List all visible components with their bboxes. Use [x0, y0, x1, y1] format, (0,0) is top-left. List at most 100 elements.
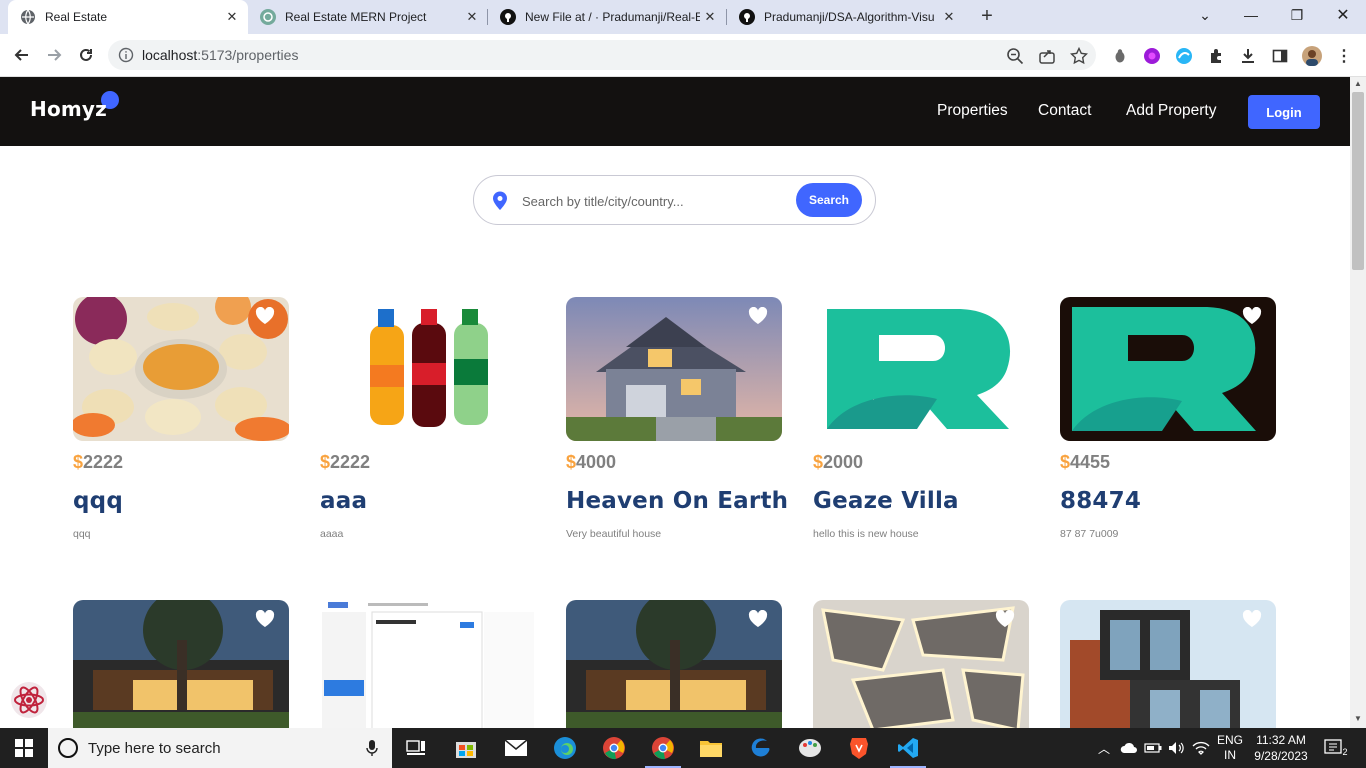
property-price: $2000: [813, 452, 864, 472]
chatgpt-icon: [260, 9, 276, 25]
nav-contact[interactable]: Contact: [1038, 102, 1091, 120]
property-description: 87 87 7u009: [1060, 528, 1119, 540]
site-info-icon[interactable]: [118, 47, 134, 63]
search-button[interactable]: Search: [796, 183, 862, 217]
wifi-icon[interactable]: [1190, 728, 1212, 768]
back-arrow-icon[interactable]: [8, 41, 36, 69]
zoom-icon[interactable]: [1006, 47, 1024, 65]
property-image-r-logo[interactable]: [813, 297, 1029, 441]
heart-icon[interactable]: [748, 610, 768, 628]
scroll-up-arrow-icon[interactable]: ▲: [1350, 77, 1366, 91]
paint-icon[interactable]: [796, 734, 824, 762]
scroll-down-arrow-icon[interactable]: ▼: [1350, 712, 1366, 726]
task-view-icon[interactable]: [402, 734, 430, 762]
globe-icon: [20, 9, 36, 25]
close-tab-icon[interactable]: ✕: [700, 9, 720, 25]
search-input[interactable]: [522, 190, 782, 212]
new-tab-icon[interactable]: +: [976, 5, 998, 27]
react-devtools-icon[interactable]: [10, 681, 48, 719]
property-title: Heaven On Earth: [566, 488, 789, 514]
heart-icon[interactable]: [255, 610, 275, 628]
extensions-puzzle-icon[interactable]: [1206, 46, 1226, 66]
property-description: qqq: [73, 528, 91, 540]
heart-icon[interactable]: [995, 610, 1015, 628]
bookmark-star-icon[interactable]: [1070, 47, 1088, 65]
bug-extension-icon[interactable]: [1110, 46, 1130, 66]
nav-add-property[interactable]: Add Property: [1126, 102, 1216, 120]
property-image-screenshot[interactable]: [320, 600, 536, 728]
nav-properties[interactable]: Properties: [937, 102, 1008, 120]
web-page: Homyz Properties Contact Add Property Lo…: [0, 77, 1350, 728]
edge-legacy-icon[interactable]: [746, 734, 774, 762]
tab-title: New File at / · Pradumanji/Real-E: [525, 10, 700, 24]
battery-icon[interactable]: [1142, 728, 1164, 768]
chrome-icon[interactable]: [600, 734, 628, 762]
scrollbar-thumb[interactable]: [1352, 92, 1364, 270]
windows-taskbar: Type here to search ︿ ENG IN 11:32 AM 9/…: [0, 728, 1366, 768]
tab-github-new-file[interactable]: New File at / · Pradumanji/Real-E ✕: [488, 0, 726, 34]
site-header: Homyz Properties Contact Add Property Lo…: [0, 77, 1350, 146]
close-tab-icon[interactable]: ✕: [939, 9, 959, 25]
site-logo[interactable]: Homyz: [30, 97, 107, 121]
notifications-icon[interactable]: 2: [1320, 728, 1352, 768]
property-price: $4455: [1060, 452, 1111, 472]
vscode-icon[interactable]: [894, 734, 922, 762]
github-icon: [500, 9, 516, 25]
property-price: $4000: [566, 452, 617, 472]
microphone-icon[interactable]: [366, 739, 378, 757]
share-icon[interactable]: [1038, 47, 1056, 65]
windows-start-icon[interactable]: [0, 728, 48, 768]
restore-icon[interactable]: ❐: [1274, 0, 1320, 30]
tab-github-dsa[interactable]: Pradumanji/DSA-Algorithm-Visu ✕: [727, 0, 965, 34]
tab-real-estate[interactable]: Real Estate ✕: [8, 0, 248, 34]
volume-icon[interactable]: [1166, 728, 1188, 768]
address-bar[interactable]: localhost:5173/properties: [108, 40, 1096, 70]
mail-icon[interactable]: [502, 734, 530, 762]
profile-avatar[interactable]: [1302, 46, 1322, 66]
heart-icon[interactable]: [255, 307, 275, 325]
chrome-profile-icon[interactable]: [649, 734, 677, 762]
download-icon[interactable]: [1238, 46, 1258, 66]
url-text: localhost:5173/properties: [142, 47, 299, 63]
close-window-icon[interactable]: ✕: [1320, 0, 1366, 30]
property-description: aaaa: [320, 528, 344, 540]
close-tab-icon[interactable]: ✕: [462, 9, 482, 25]
microsoft-store-icon[interactable]: [452, 734, 480, 762]
language-region: IN: [1224, 748, 1236, 762]
clock[interactable]: 11:32 AM 9/28/2023: [1248, 728, 1314, 768]
property-price: $2222: [73, 452, 124, 472]
property-title: Geaze Villa: [813, 488, 959, 514]
extension-blue-icon[interactable]: [1174, 46, 1194, 66]
location-pin-icon: [493, 191, 507, 210]
file-explorer-icon[interactable]: [697, 734, 725, 762]
input-language-indicator[interactable]: ENG IN: [1214, 728, 1246, 768]
minimize-icon[interactable]: —: [1228, 0, 1274, 30]
forward-arrow-icon[interactable]: [40, 41, 68, 69]
heart-icon[interactable]: [1242, 307, 1262, 325]
property-search-bar: Search: [473, 175, 876, 225]
taskbar-search-text: Type here to search: [88, 740, 221, 757]
search-icon: [58, 738, 78, 758]
property-description: hello this is new house: [813, 528, 919, 540]
reload-icon[interactable]: [72, 41, 100, 69]
tab-search-chevron-icon[interactable]: ⌄: [1182, 0, 1228, 30]
heart-icon[interactable]: [748, 307, 768, 325]
browser-menu-icon[interactable]: ⋮: [1334, 46, 1354, 66]
tab-title: Pradumanji/DSA-Algorithm-Visu: [764, 10, 935, 24]
brave-icon[interactable]: [845, 734, 873, 762]
notifications-count: 2: [1342, 747, 1348, 757]
heart-icon[interactable]: [1242, 610, 1262, 628]
edge-icon[interactable]: [551, 734, 579, 762]
tab-title: Real Estate: [45, 10, 108, 24]
tab-chatgpt[interactable]: Real Estate MERN Project ✕: [248, 0, 488, 34]
property-title: qqq: [73, 488, 123, 514]
onedrive-icon[interactable]: [1118, 728, 1140, 768]
browser-toolbar: localhost:5173/properties ⋮: [0, 34, 1366, 77]
tray-overflow-chevron-icon[interactable]: ︿: [1096, 728, 1112, 768]
property-image-bottles[interactable]: [320, 297, 536, 441]
taskbar-search-box[interactable]: Type here to search: [48, 728, 392, 768]
extension-purple-icon[interactable]: [1142, 46, 1162, 66]
close-tab-icon[interactable]: ✕: [222, 9, 242, 25]
side-panel-icon[interactable]: [1270, 46, 1290, 66]
login-button[interactable]: Login: [1248, 95, 1320, 129]
